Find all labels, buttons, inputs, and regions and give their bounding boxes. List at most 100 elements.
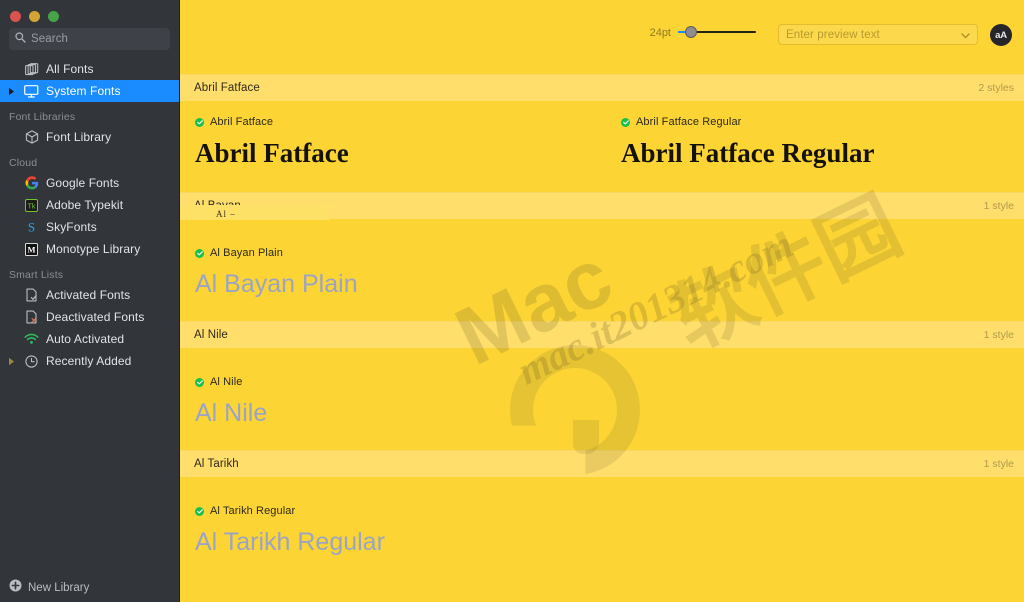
sidebar-item-activated-fonts[interactable]: Activated Fonts xyxy=(0,284,179,306)
sidebar-item-label: Google Fonts xyxy=(46,176,120,190)
sidebar-item-label: Adobe Typekit xyxy=(46,198,124,212)
preview-toolbar: 24pt Enter preview text aA xyxy=(180,0,1024,74)
plus-circle-icon[interactable] xyxy=(9,579,22,597)
sidebar-item-system-fonts[interactable]: System Fonts xyxy=(0,80,179,102)
main-content: 软件园 Mac mac.it201314.com 24pt Enter prev… xyxy=(180,0,1024,602)
font-book-window: Search All Fonts System Fonts Font Libra… xyxy=(0,0,1024,602)
font-family-header[interactable]: Abril Fatface 2 styles xyxy=(180,74,1024,101)
font-style-name: Al Bayan Plain xyxy=(210,247,283,259)
font-sample-row: Al Bayan Plain Al Bayan Plain xyxy=(180,246,1024,299)
sidebar-item-all-fonts[interactable]: All Fonts xyxy=(0,58,179,80)
font-sample-header: Al Bayan Plain xyxy=(195,246,606,260)
minimize-window-button[interactable] xyxy=(29,10,40,22)
sidebar-item-label: Activated Fonts xyxy=(46,288,131,302)
font-style-name: Al Tarikh Regular xyxy=(210,505,296,517)
font-family-body: Al Tarikh Regular Al Tarikh Regular xyxy=(180,477,1024,579)
clock-icon xyxy=(23,354,40,368)
preview-text-input[interactable]: Enter preview text xyxy=(778,24,978,45)
font-sample[interactable]: Abril Fatface Abril Fatface xyxy=(180,115,606,168)
font-preview-text: Al Bayan Plain xyxy=(195,270,358,298)
svg-text:Tk: Tk xyxy=(28,203,36,210)
font-family-body: Al – Al Bayan Plain Al Bayan Plain xyxy=(180,205,1024,321)
sidebar-item-font-library[interactable]: Font Library xyxy=(0,126,179,148)
font-family-name: Abril Fatface xyxy=(194,82,260,94)
font-sample[interactable]: Al Bayan Plain Al Bayan Plain xyxy=(180,246,606,299)
disclosure-triangle-icon[interactable] xyxy=(6,87,17,96)
activated-check-icon xyxy=(195,377,204,387)
sidebar-group-title-cloud: Cloud xyxy=(9,157,38,169)
text-size-button[interactable]: aA xyxy=(990,24,1012,46)
activated-check-icon xyxy=(195,117,204,127)
document-x-icon xyxy=(23,310,40,324)
sidebar-item-adobe-typekit[interactable]: Tk Adobe Typekit xyxy=(0,194,179,216)
font-family-body: Al Nile Al Nile xyxy=(180,348,1024,450)
font-family-style-count: 1 style xyxy=(983,200,1014,212)
font-sample-header: Abril Fatface xyxy=(195,115,606,129)
font-sample[interactable]: Abril Fatface Regular Abril Fatface Regu… xyxy=(606,115,1024,168)
activated-check-icon xyxy=(621,117,630,127)
monotype-m-icon: M xyxy=(23,242,40,256)
cube-box-icon xyxy=(23,130,40,144)
sidebar-group-title-smart-lists: Smart Lists xyxy=(9,269,64,281)
font-family-header[interactable]: Al Nile 1 style xyxy=(180,321,1024,348)
font-sample[interactable]: Al Tarikh Regular Al Tarikh Regular xyxy=(180,504,606,557)
disclosure-triangle-icon[interactable] xyxy=(6,357,17,366)
maximize-window-button[interactable] xyxy=(48,10,59,22)
wifi-icon xyxy=(23,333,40,345)
activated-check-icon xyxy=(195,248,204,258)
font-family-name: Al Tarikh xyxy=(194,458,239,470)
sidebar-item-recently-added[interactable]: Recently Added xyxy=(0,350,179,372)
search-container: Search xyxy=(0,24,179,56)
sidebar-item-label: Font Library xyxy=(46,130,112,144)
sidebar-item-label: System Fonts xyxy=(46,84,121,98)
preview-text-placeholder: Enter preview text xyxy=(786,28,880,41)
font-family-section: Abril Fatface 2 styles Abril Fatface Abr… xyxy=(180,74,1024,192)
font-family-section: Al Bayan 1 style Al – Al Bayan Plain xyxy=(180,192,1024,321)
font-sample-row: Al Nile Al Nile xyxy=(180,375,1024,428)
display-monitor-icon xyxy=(23,84,40,98)
sidebar-item-deactivated-fonts[interactable]: Deactivated Fonts xyxy=(0,306,179,328)
arabic-glyph-remnant: Al – xyxy=(216,209,236,219)
font-style-name: Abril Fatface xyxy=(210,116,274,128)
google-g-icon xyxy=(23,176,40,190)
font-sample-row: Al Tarikh Regular Al Tarikh Regular xyxy=(180,504,1024,557)
font-family-name: Al Nile xyxy=(194,329,228,341)
sidebar-item-label: All Fonts xyxy=(46,62,94,76)
adobe-typekit-icon: Tk xyxy=(23,198,40,212)
svg-text:M: M xyxy=(27,244,35,254)
font-preview-text: Al Tarikh Regular xyxy=(195,528,385,556)
sidebar-item-monotype-library[interactable]: M Monotype Library xyxy=(0,238,179,260)
slider-knob[interactable] xyxy=(685,26,697,38)
search-placeholder: Search xyxy=(31,33,69,45)
font-size-slider[interactable] xyxy=(678,24,756,40)
close-window-button[interactable] xyxy=(10,10,21,22)
skyfonts-s-icon: S xyxy=(23,220,40,234)
font-size-label: 24pt xyxy=(649,27,671,39)
sidebar-item-auto-activated[interactable]: Auto Activated xyxy=(0,328,179,350)
font-family-style-count: 1 style xyxy=(983,458,1014,470)
sidebar: Search All Fonts System Fonts Font Libra… xyxy=(0,0,180,602)
svg-text:S: S xyxy=(28,220,35,234)
sidebar-item-label: Recently Added xyxy=(46,354,132,368)
font-family-list: Abril Fatface 2 styles Abril Fatface Abr… xyxy=(180,74,1024,579)
font-family-style-count: 2 styles xyxy=(978,82,1014,94)
font-sample-header: Abril Fatface Regular xyxy=(621,115,1024,129)
font-preview-text: Abril Fatface xyxy=(195,138,349,168)
search-icon xyxy=(15,30,26,48)
search-input[interactable]: Search xyxy=(9,28,170,50)
sidebar-group-title-font-libraries: Font Libraries xyxy=(9,111,76,123)
font-sample-header: Al Tarikh Regular xyxy=(195,504,606,518)
font-family-header[interactable]: Al Tarikh 1 style xyxy=(180,450,1024,477)
font-family-section: Al Nile 1 style Al Nile Al Nile xyxy=(180,321,1024,450)
sidebar-item-google-fonts[interactable]: Google Fonts xyxy=(0,172,179,194)
new-library-button[interactable]: New Library xyxy=(28,582,89,594)
font-style-name: Abril Fatface Regular xyxy=(636,116,742,128)
font-sample[interactable]: Al Nile Al Nile xyxy=(180,375,606,428)
font-sample-row: Abril Fatface Abril Fatface Abril Fatfac… xyxy=(180,115,1024,168)
font-style-name: Al Nile xyxy=(210,376,243,388)
sidebar-item-skyfonts[interactable]: S SkyFonts xyxy=(0,216,179,238)
chevron-down-icon[interactable] xyxy=(961,26,970,44)
document-check-icon xyxy=(23,288,40,302)
sidebar-item-label: Auto Activated xyxy=(46,332,125,346)
render-artifact-wash xyxy=(180,205,330,220)
